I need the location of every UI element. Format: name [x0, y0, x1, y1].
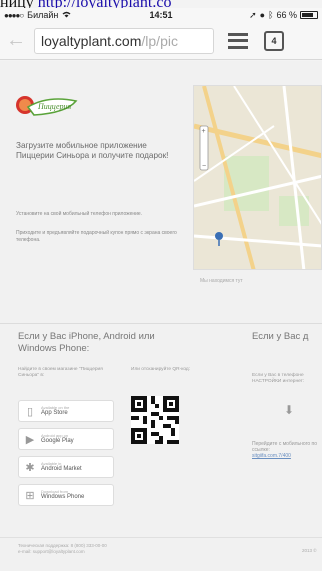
status-bar: ●●●●○ Билайн 14:51 ➚ ● ᛒ 66 % [0, 8, 322, 22]
browser-toolbar: ← loyaltyplant.com/lp/pic 4 [0, 22, 322, 60]
screen: ницу http://loyaltyplant.co ●●●●○ Билайн… [0, 0, 322, 571]
section-divider [0, 323, 322, 324]
web-page: Пиццерия Загрузите мобильное приложение … [0, 61, 322, 571]
instruction-item: Установите на свой мобильный телефон при… [16, 211, 143, 217]
store-name: App Store [41, 410, 68, 416]
url-path: /lp/pic [141, 32, 178, 49]
svg-text:+: + [202, 128, 206, 135]
address-bar[interactable]: loyaltyplant.com/lp/pic [34, 27, 214, 54]
brand-logo: Пиццерия [14, 93, 80, 121]
store-name: Android Market [41, 466, 82, 472]
clock: 14:51 [149, 10, 173, 20]
qr-code [131, 396, 179, 444]
carrier-label: Билайн [27, 10, 59, 20]
windows-phone-button[interactable]: ⊞ Download from Windows Phone [18, 484, 114, 506]
android-market-button[interactable]: ✱ Available in Android Market [18, 456, 114, 478]
tabs-count: 4 [271, 35, 277, 46]
wifi-icon [62, 10, 71, 20]
download-link[interactable]: sitgiifa.com.7/400 [252, 453, 291, 459]
overlay-prefix: ницу [0, 0, 38, 8]
store-note: Найдите в своем магазине "Пиццерия Синьо… [18, 367, 103, 378]
android-icon: ✱ [25, 461, 35, 474]
instructions-list: Установите на свой мобильный телефон при… [16, 211, 186, 256]
battery-percent: 66 % [276, 10, 297, 20]
windows-icon: ⊞ [25, 489, 35, 502]
app-store-button[interactable]: ▯ Available on the App Store [18, 400, 114, 422]
store-name: Windows Phone [41, 494, 85, 500]
footer-divider [0, 537, 322, 538]
alarm-icon: ● [259, 10, 266, 20]
signal-icon: ●●●●○ [4, 10, 24, 20]
qr-note: Или отсканируйте QR-код: [131, 367, 191, 372]
footer-email: e-mail: support@loyaltyplant.com [18, 549, 85, 554]
svg-text:−: − [202, 163, 206, 170]
download-block: Перейдите с мобильного по ссылке: sitgii… [252, 441, 322, 459]
tabs-icon[interactable]: 4 [264, 30, 284, 51]
map-caption: Мы находимся тут [200, 278, 243, 284]
battery-icon [300, 11, 318, 19]
phone-icon: ▯ [26, 405, 34, 418]
download-note: Перейдите с мобильного по ссылке: [252, 441, 318, 453]
store-name: Google Play [41, 438, 74, 444]
back-arrow-icon[interactable]: ← [6, 29, 28, 52]
promo-text: Загрузите мобильное приложение Пиццерии … [16, 141, 169, 160]
overlay-link[interactable]: http://loyaltyplant.co [38, 0, 172, 8]
location-map[interactable]: + − [193, 85, 322, 270]
google-play-button[interactable]: ▶ Android app on Google Play [18, 428, 114, 450]
footer-copyright: 2013 © [302, 548, 317, 553]
other-section-title: Если у Вас д [252, 331, 309, 342]
url-host: loyaltyplant.com [41, 32, 142, 49]
menu-icon[interactable] [228, 32, 248, 49]
logo-text: Пиццерия [37, 102, 72, 111]
instruction-item: Приходите и предъявляйте подарочный купо… [16, 230, 177, 243]
iphone-section-title: Если у Вас iPhone, Android или Windows P… [18, 331, 155, 354]
location-icon: ➚ [249, 9, 257, 20]
play-icon: ▶ [25, 433, 35, 446]
bluetooth-icon: ᛒ [268, 10, 274, 20]
overlay-text: ницу http://loyaltyplant.co [0, 0, 322, 8]
footer: Техническая поддержка: 8 (800) 333-00-00… [18, 543, 218, 555]
other-note: Если у Вас в телефоне НАСТРОЙКИ интернет… [252, 373, 305, 384]
download-arrow-icon: ⬇ [284, 403, 295, 417]
